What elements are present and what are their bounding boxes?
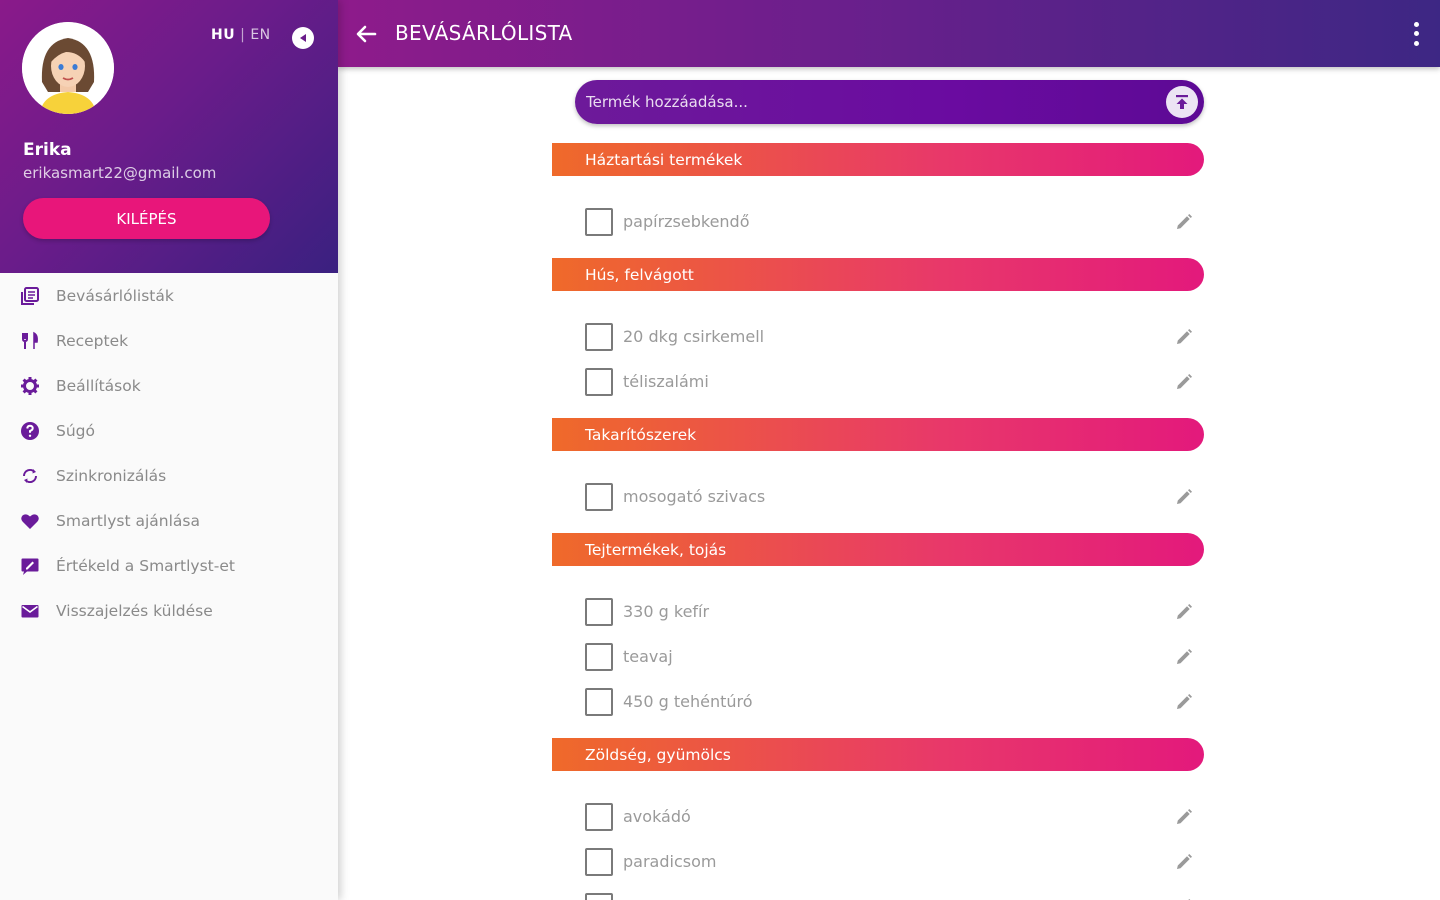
edit-pencil-icon[interactable] <box>1174 692 1194 712</box>
category-header: Takarítószerek <box>552 418 1204 451</box>
list-item: paradicsom <box>552 839 1204 884</box>
edit-pencil-icon[interactable] <box>1174 212 1194 232</box>
item-checkbox[interactable] <box>585 642 613 671</box>
menu-item-label: Szinkronizálás <box>56 466 167 485</box>
app-bar: BEVÁSÁRLÓLISTA <box>338 0 1440 67</box>
upload-add-icon[interactable] <box>1166 86 1198 118</box>
list-item: mosogató szivacs <box>552 474 1204 519</box>
menu-item-label: Beállítások <box>56 376 141 395</box>
list-item: uborka <box>552 884 1204 900</box>
lists-icon <box>19 285 41 307</box>
item-label: 20 dkg csirkemell <box>623 327 765 346</box>
user-email: erikasmart22@gmail.com <box>23 164 217 182</box>
item-label: papírzsebkendő <box>623 212 750 231</box>
item-checkbox[interactable] <box>585 802 613 831</box>
menu-item-feedback[interactable]: Visszajelzés küldése <box>0 588 338 633</box>
navigation-drawer: HU | EN Erika erikasmart22@gmail.com KILÉP… <box>0 0 338 900</box>
user-name: Erika <box>23 140 72 160</box>
list-item: avokádó <box>552 794 1204 839</box>
gear-icon <box>19 375 41 397</box>
item-label: mosogató szivacs <box>623 487 766 506</box>
menu-item-shopping-lists[interactable]: Bevásárlólisták <box>0 273 338 318</box>
item-checkbox[interactable] <box>585 207 613 236</box>
logout-button[interactable]: KILÉPÉS <box>23 198 270 239</box>
menu-item-sync[interactable]: Szinkronizálás <box>0 453 338 498</box>
edit-pencil-icon[interactable] <box>1174 647 1194 667</box>
category-header: Tejtermékek, tojás <box>552 533 1204 566</box>
menu-item-label: Bevásárlólisták <box>56 286 174 305</box>
menu-item-help[interactable]: Súgó <box>0 408 338 453</box>
mail-icon <box>19 600 41 622</box>
lang-hu[interactable]: HU <box>211 27 235 43</box>
item-label: avokádó <box>623 807 691 826</box>
menu-item-label: Receptek <box>56 331 129 350</box>
category-list: Háztartási termékek papírzsebkendő Hús, fe… <box>552 143 1204 900</box>
back-arrow-icon[interactable] <box>352 20 380 48</box>
category-header: Zöldség, gyümölcs <box>552 738 1204 771</box>
edit-pencil-icon[interactable] <box>1174 372 1194 392</box>
edit-pencil-icon[interactable] <box>1174 327 1194 347</box>
drawer-menu: Bevásárlólisták Receptek Beállítások Súg… <box>0 273 338 633</box>
item-checkbox[interactable] <box>585 322 613 351</box>
item-label: teavaj <box>623 647 673 666</box>
lang-separator: | <box>240 27 246 43</box>
menu-item-rate[interactable]: Értékeld a Smartlyst-et <box>0 543 338 588</box>
language-selector[interactable]: HU | EN <box>211 27 271 43</box>
item-label: 330 g kefír <box>623 602 710 621</box>
item-label: 450 g tehéntúró <box>623 692 753 711</box>
item-checkbox[interactable] <box>585 687 613 716</box>
category-header: Hús, felvágott <box>552 258 1204 291</box>
fork-knife-icon <box>19 330 41 352</box>
item-checkbox[interactable] <box>585 367 613 396</box>
list-item: teavaj <box>552 634 1204 679</box>
list-item: téliszalámi <box>552 359 1204 404</box>
add-item-input[interactable] <box>575 80 1155 124</box>
edit-pencil-icon[interactable] <box>1174 807 1194 827</box>
menu-item-label: Visszajelzés küldése <box>56 601 213 620</box>
item-checkbox[interactable] <box>585 482 613 511</box>
menu-item-settings[interactable]: Beállítások <box>0 363 338 408</box>
list-item: 450 g tehéntúró <box>552 679 1204 724</box>
profile-header: HU | EN Erika erikasmart22@gmail.com KILÉP… <box>0 0 338 273</box>
help-icon <box>19 420 41 442</box>
shopping-list-content: Háztartási termékek papírzsebkendő Hús, fe… <box>338 67 1440 900</box>
heart-icon <box>19 510 41 532</box>
menu-item-recommend[interactable]: Smartlyst ajánlása <box>0 498 338 543</box>
page-title: BEVÁSÁRLÓLISTA <box>395 21 573 45</box>
sync-icon <box>19 465 41 487</box>
list-item: 20 dkg csirkemell <box>552 314 1204 359</box>
list-item: 330 g kefír <box>552 589 1204 634</box>
item-checkbox[interactable] <box>585 847 613 876</box>
item-label: téliszalámi <box>623 372 709 391</box>
menu-item-label: Értékeld a Smartlyst-et <box>56 556 235 575</box>
item-label: paradicsom <box>623 852 717 871</box>
list-item: papírzsebkendő <box>552 199 1204 244</box>
item-checkbox[interactable] <box>585 597 613 626</box>
add-item-bar <box>575 80 1204 124</box>
menu-item-recipes[interactable]: Receptek <box>0 318 338 363</box>
edit-pencil-icon[interactable] <box>1174 487 1194 507</box>
category-header: Háztartási termékek <box>552 143 1204 176</box>
item-checkbox[interactable] <box>585 892 613 900</box>
lang-en[interactable]: EN <box>250 27 270 43</box>
edit-pencil-icon[interactable] <box>1174 602 1194 622</box>
menu-item-label: Súgó <box>56 421 95 440</box>
menu-item-label: Smartlyst ajánlása <box>56 511 200 530</box>
language-toggle-icon[interactable] <box>292 27 314 49</box>
rate-icon <box>19 555 41 577</box>
more-vert-icon[interactable] <box>1408 20 1424 48</box>
user-avatar <box>22 22 114 114</box>
edit-pencil-icon[interactable] <box>1174 852 1194 872</box>
